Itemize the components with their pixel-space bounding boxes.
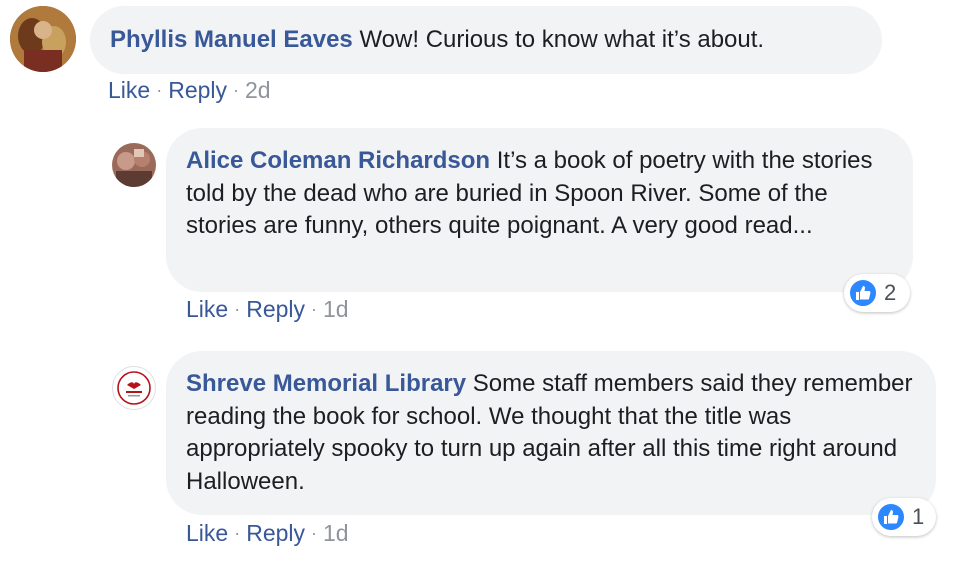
reply-link[interactable]: Reply — [168, 77, 227, 103]
reaction-summary[interactable]: 2 — [844, 274, 910, 312]
author-name-link[interactable]: Alice Coleman Richardson — [186, 147, 490, 174]
like-link[interactable]: Like — [108, 77, 150, 103]
separator-dot: · — [234, 523, 241, 543]
author-name-link[interactable]: Shreve Memorial Library — [186, 370, 466, 397]
timestamp-link[interactable]: 1d — [323, 520, 349, 546]
comment-actions: Like · Reply · 1d — [186, 296, 349, 323]
avatar-phyllis[interactable] — [10, 6, 76, 72]
comment-actions: Like · Reply · 2d — [108, 77, 271, 104]
comment-text: Wow! Curious to know what it’s about. — [359, 26, 765, 53]
reaction-summary[interactable]: 1 — [872, 498, 936, 536]
comment-bubble: Alice Coleman Richardson It’s a book of … — [166, 128, 913, 292]
separator-dot: · — [233, 80, 240, 100]
comment-actions: Like · Reply · 1d — [186, 520, 349, 547]
separator-dot: · — [234, 299, 241, 319]
like-link[interactable]: Like — [186, 296, 228, 322]
separator-dot: · — [156, 80, 163, 100]
timestamp-link[interactable]: 1d — [323, 296, 349, 322]
avatar-shreve-library[interactable] — [112, 366, 156, 410]
reply-link[interactable]: Reply — [246, 520, 305, 546]
like-thumb-icon — [848, 278, 878, 308]
like-link[interactable]: Like — [186, 520, 228, 546]
separator-dot: · — [311, 523, 318, 543]
like-thumb-icon — [876, 502, 906, 532]
reaction-count: 2 — [884, 280, 897, 305]
reaction-count: 1 — [912, 504, 925, 529]
avatar-alice[interactable] — [112, 143, 156, 187]
reply-link[interactable]: Reply — [246, 296, 305, 322]
comment-bubble: Phyllis Manuel Eaves Wow! Curious to kno… — [90, 6, 882, 74]
author-name-link[interactable]: Phyllis Manuel Eaves — [110, 26, 353, 53]
comment-bubble: Shreve Memorial Library Some staff membe… — [166, 351, 936, 515]
separator-dot: · — [311, 299, 318, 319]
timestamp-link[interactable]: 2d — [245, 77, 271, 103]
